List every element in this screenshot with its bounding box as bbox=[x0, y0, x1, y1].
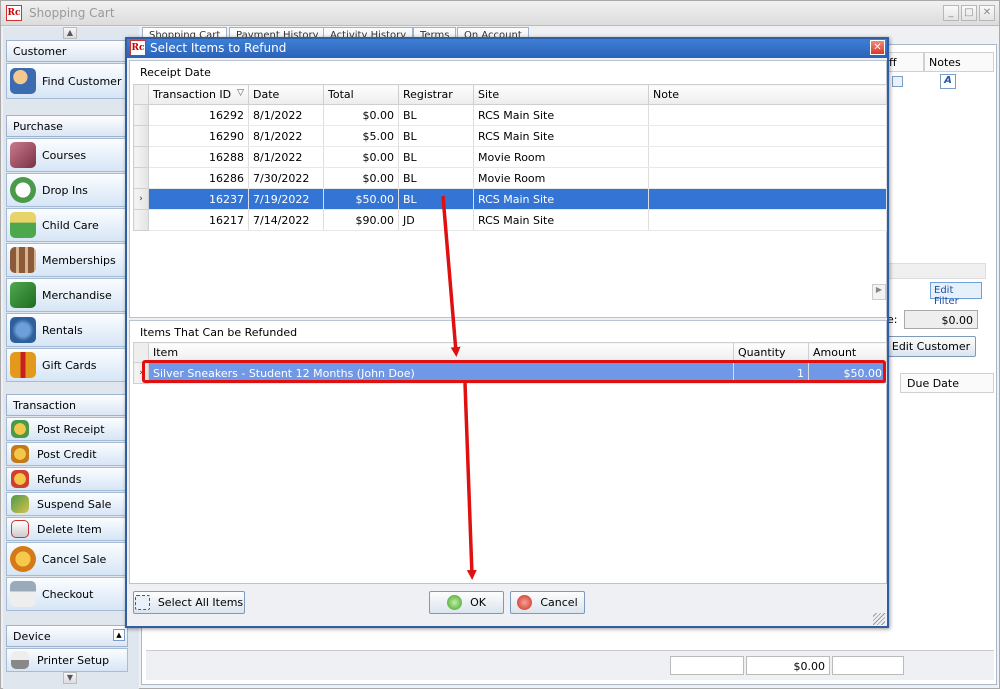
arrow-to-ok bbox=[463, 382, 477, 580]
arrow-to-item bbox=[441, 195, 461, 357]
annotation-arrows bbox=[441, 195, 477, 580]
